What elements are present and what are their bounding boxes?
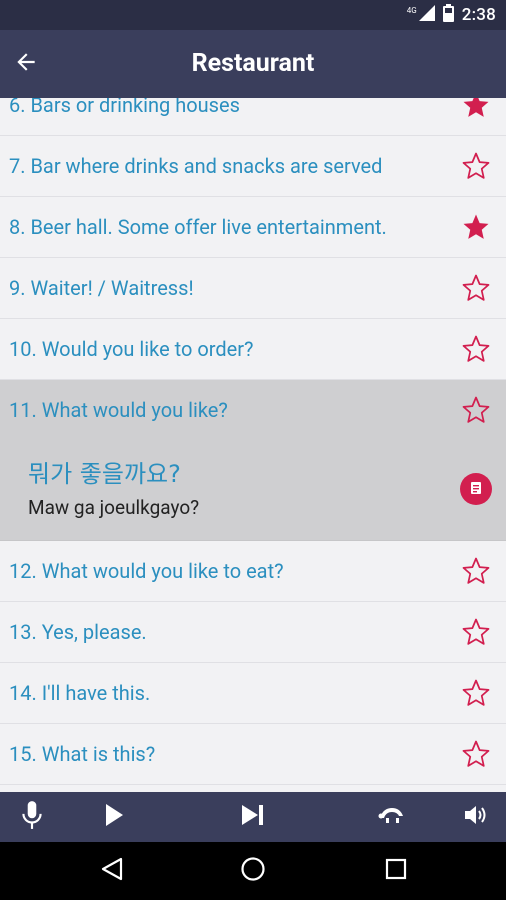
skip-next-icon	[240, 803, 266, 831]
star-outline-icon[interactable]	[460, 272, 492, 304]
circle-home-icon	[240, 856, 266, 886]
phrase-text: 9. Waiter! / Waitress!	[9, 276, 194, 300]
triangle-back-icon	[101, 857, 123, 885]
play-button[interactable]	[94, 797, 134, 837]
nav-back-button[interactable]	[92, 851, 132, 891]
play-icon	[104, 803, 124, 831]
star-filled-icon[interactable]	[460, 98, 492, 121]
page-title: Restaurant	[191, 49, 315, 78]
microphone-button[interactable]	[12, 797, 52, 837]
phrase-row[interactable]: 13. Yes, please.	[0, 602, 506, 663]
phrase-row[interactable]: 15. What is this?	[0, 724, 506, 785]
system-navigation-bar	[0, 842, 506, 900]
phrase-text: 7. Bar where drinks and snacks are serve…	[9, 154, 383, 178]
star-filled-icon[interactable]	[460, 211, 492, 243]
nav-home-button[interactable]	[233, 851, 273, 891]
star-outline-icon[interactable]	[460, 333, 492, 365]
skip-next-button[interactable]	[233, 797, 273, 837]
phrase-text: 14. I'll have this.	[9, 681, 151, 705]
turtle-icon	[377, 804, 407, 830]
translation-text: 뭐가 좋을까요?	[28, 460, 181, 488]
star-outline-icon[interactable]	[460, 616, 492, 648]
phrase-text: 12. What would you like to eat?	[9, 559, 284, 583]
phrase-list[interactable]: 6. Bars or drinking houses 7. Bar where …	[0, 98, 506, 792]
phrase-text: 8. Beer hall. Some offer live entertainm…	[9, 215, 387, 239]
phrase-row-expanded[interactable]: 11. What would you like? 뭐가 좋을까요? Maw ga…	[0, 380, 506, 541]
phrase-row[interactable]: 12. What would you like to eat?	[0, 541, 506, 602]
volume-button[interactable]	[456, 797, 496, 837]
romanization-text: Maw ga joeulkgayo?	[28, 496, 200, 519]
network-type: 4G	[406, 5, 417, 15]
signal-icon	[418, 5, 435, 25]
star-outline-icon[interactable]	[460, 150, 492, 182]
phrase-row[interactable]: 8. Beer hall. Some offer live entertainm…	[0, 197, 506, 258]
phrase-text: 11. What would you like?	[9, 398, 228, 422]
play-audio-button[interactable]	[460, 473, 492, 505]
phrase-row[interactable]: 6. Bars or drinking houses	[0, 98, 506, 136]
phrase-text: 10. Would you like to order?	[9, 337, 254, 361]
slow-playback-button[interactable]	[372, 797, 412, 837]
star-outline-icon[interactable]	[460, 394, 492, 426]
phrase-row[interactable]: 7. Bar where drinks and snacks are serve…	[0, 136, 506, 197]
playback-controls	[0, 792, 506, 842]
app-bar: Restaurant	[0, 30, 506, 98]
phrase-row[interactable]: 9. Waiter! / Waitress!	[0, 258, 506, 319]
phrase-row[interactable]: 14. I'll have this.	[0, 663, 506, 724]
star-outline-icon[interactable]	[460, 738, 492, 770]
status-time: 2:38	[461, 5, 496, 25]
star-outline-icon[interactable]	[460, 677, 492, 709]
phrase-text: 13. Yes, please.	[9, 620, 147, 644]
square-recents-icon	[385, 858, 407, 884]
nav-recents-button[interactable]	[376, 851, 416, 891]
phrase-text: 15. What is this?	[9, 742, 156, 766]
star-outline-icon[interactable]	[460, 555, 492, 587]
microphone-icon	[19, 800, 45, 834]
volume-icon	[463, 803, 489, 831]
battery-icon	[442, 4, 454, 26]
status-bar: 4G 2:38	[0, 0, 506, 30]
phrase-row[interactable]: 10. Would you like to order?	[0, 319, 506, 380]
phrase-text: 6. Bars or drinking houses	[9, 98, 240, 117]
note-icon	[470, 480, 482, 499]
